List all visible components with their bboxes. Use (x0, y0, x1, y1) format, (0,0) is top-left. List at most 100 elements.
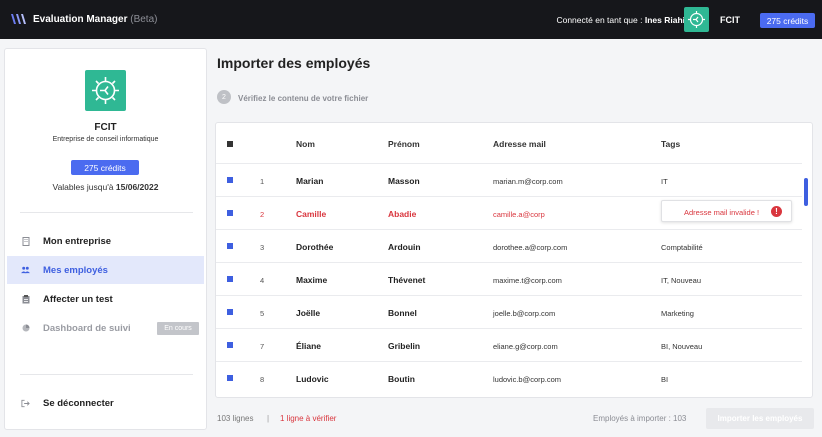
row-checkbox[interactable] (227, 309, 233, 315)
building-icon (21, 236, 30, 246)
cell-tags: Comptabilité (661, 243, 703, 252)
cell-nom: Camille (296, 209, 327, 219)
cell-prenom: Ardouin (388, 242, 421, 252)
nav-dashboard-suivi[interactable]: Dashboard de suivi En cours (7, 314, 204, 342)
nav-mes-employes[interactable]: Mes employés (7, 256, 204, 284)
step-number: 2 (217, 90, 231, 104)
row-checkbox[interactable] (227, 276, 233, 282)
row-checkbox[interactable] (227, 243, 233, 249)
nav-label: Dashboard de suivi (43, 322, 131, 334)
cell-email: maxime.t@corp.com (493, 276, 562, 285)
row-index: 3 (260, 243, 265, 252)
page-title: Importer des employés (217, 55, 371, 71)
error-message: Adresse mail invalide ! ! (661, 200, 792, 222)
row-index: 2 (260, 210, 265, 219)
cell-nom: Maxime (296, 275, 328, 285)
row-checkbox[interactable] (227, 375, 233, 381)
error-text: Adresse mail invalide ! (684, 208, 760, 217)
cell-email: eliane.g@corp.com (493, 342, 558, 351)
nav-label: Mes employés (43, 264, 108, 276)
row-index: 7 (260, 342, 265, 351)
validity-date: 15/06/2022 (115, 182, 159, 192)
cell-prenom: Thévenet (388, 275, 426, 285)
table-row[interactable]: 4 Maxime Thévenet maxime.t@corp.com IT, … (216, 262, 802, 295)
header-company[interactable]: FCIT (720, 15, 740, 25)
select-all-checkbox[interactable] (227, 141, 233, 147)
sidebar-company-name: FCIT (94, 122, 117, 133)
cell-nom: Ludovic (296, 374, 329, 384)
import-count: Employés à importer : 103 (593, 414, 687, 423)
table-row[interactable]: 3 Dorothée Ardouin dorothee.a@corp.com C… (216, 229, 802, 262)
cell-nom: Joëlle (296, 308, 321, 318)
en-cours-badge: En cours (157, 321, 199, 335)
employees-table: Nom Prénom Adresse mail Tags 1 Marian Ma… (215, 122, 813, 398)
cell-email: marian.m@corp.com (493, 177, 563, 186)
column-header-tags[interactable]: Tags (661, 139, 680, 149)
table-row[interactable]: 1 Marian Masson marian.m@corp.com IT (216, 163, 802, 196)
cell-prenom: Masson (388, 176, 420, 186)
beta-label: (Beta) (130, 14, 158, 25)
cell-prenom: Gribelin (388, 341, 421, 351)
header-credits-badge[interactable]: 275 crédits (760, 13, 815, 28)
users-icon (21, 266, 30, 275)
credits-validity: Valables jusqu'à 15/06/2022 (5, 182, 206, 192)
row-index: 4 (260, 276, 265, 285)
step-label: Vérifiez le contenu de votre fichier (238, 94, 369, 103)
table-row[interactable]: 5 Joëlle Bonnel joelle.b@corp.com Market… (216, 295, 802, 328)
cell-email: camille.a@corp (493, 210, 545, 219)
app-title: Evaluation Manager (Beta) (33, 14, 157, 25)
row-index: 8 (260, 375, 265, 384)
column-header-email[interactable]: Adresse mail (493, 139, 546, 149)
clipboard-icon (21, 294, 30, 304)
cell-tags: IT (661, 177, 668, 186)
cell-nom: Éliane (296, 341, 322, 351)
cell-tags: IT, Nouveau (661, 276, 702, 285)
nav-mon-entreprise[interactable]: Mon entreprise (7, 227, 204, 255)
logout-icon (21, 399, 30, 408)
cell-tags: BI, Nouveau (661, 342, 703, 351)
line-count: 103 lignes (217, 414, 254, 423)
column-header-nom[interactable]: Nom (296, 139, 315, 149)
top-bar: Evaluation Manager (Beta) Connecté en ta… (0, 0, 822, 39)
scrollbar-thumb[interactable] (804, 178, 808, 206)
row-index: 1 (260, 177, 265, 186)
import-employees-button[interactable]: Importer les employés (706, 408, 814, 429)
table-row[interactable]: 7 Éliane Gribelin eliane.g@corp.com BI, … (216, 328, 802, 361)
nav-affecter-test[interactable]: Affecter un test (7, 285, 204, 313)
login-status: Connecté en tant que : Ines Riahi (556, 15, 685, 25)
alert-icon: ! (771, 206, 782, 217)
cell-prenom: Bonnel (388, 308, 417, 318)
cell-email: joelle.b@corp.com (493, 309, 556, 318)
lines-to-verify-link[interactable]: 1 ligne à vérifier (280, 414, 336, 423)
brand-logo-icon[interactable] (10, 12, 28, 26)
sidebar-company-subtitle: Entreprise de conseil informatique (52, 136, 159, 143)
company-logo-icon[interactable] (684, 7, 709, 32)
column-header-prenom[interactable]: Prénom (388, 139, 420, 149)
user-name: Ines Riahi (644, 15, 685, 25)
cell-nom: Dorothée (296, 242, 334, 252)
app-title-text: Evaluation Manager (33, 14, 128, 25)
cell-tags: BI (661, 375, 669, 384)
cell-email: ludovic.b@corp.com (493, 375, 562, 384)
nav-label: Affecter un test (43, 293, 113, 305)
row-index: 5 (260, 309, 265, 318)
logout-button[interactable]: Se déconnecter (7, 389, 204, 417)
footer-separator: | (267, 414, 270, 423)
row-checkbox[interactable] (227, 342, 233, 348)
cell-prenom: Abadie (388, 209, 417, 219)
table-row-error[interactable]: 2 Camille Abadie camille.a@corp Adresse … (216, 196, 802, 229)
logout-label: Se déconnecter (43, 397, 114, 409)
row-checkbox[interactable] (227, 177, 233, 183)
row-checkbox[interactable] (227, 210, 233, 216)
sidebar-divider (20, 212, 193, 213)
cell-tags: Marketing (661, 309, 694, 318)
sidebar-company-logo-icon (85, 70, 126, 111)
chart-pie-icon (21, 324, 30, 333)
table-row[interactable]: 8 Ludovic Boutin ludovic.b@corp.com BI (216, 361, 802, 394)
cell-prenom: Boutin (388, 374, 415, 384)
cell-email: dorothee.a@corp.com (493, 243, 568, 252)
validity-prefix: Valables jusqu'à (52, 182, 116, 192)
sidebar-credits-badge: 275 crédits (71, 160, 139, 175)
login-prefix: Connecté en tant que : (556, 15, 645, 25)
nav-label: Mon entreprise (43, 235, 112, 247)
